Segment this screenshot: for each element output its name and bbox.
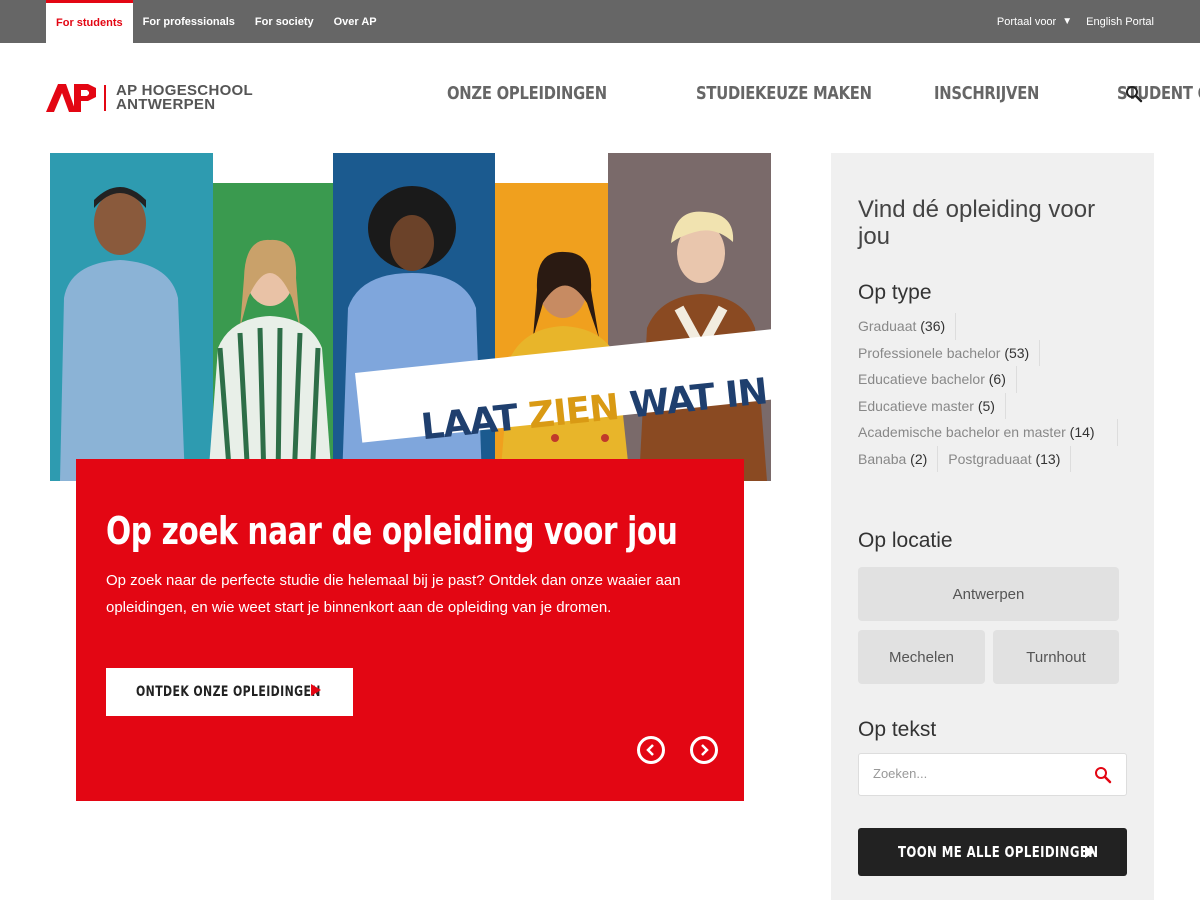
portal-dropdown[interactable]: Portaal voor ▼ xyxy=(997,16,1072,28)
type-graduaat[interactable]: Graduaat (36) xyxy=(858,313,957,340)
tab-for-society[interactable]: For society xyxy=(245,0,324,43)
carousel-next-button[interactable] xyxy=(690,736,718,764)
type-label: Academische bachelor en master xyxy=(858,424,1066,440)
top-bar: For students For professionals For socie… xyxy=(0,0,1200,43)
type-label: Educatieve master xyxy=(858,397,974,414)
type-professionele-bachelor[interactable]: Professionele bachelor (53) xyxy=(858,339,1041,366)
portal-label: Portaal voor xyxy=(996,15,1057,28)
search-icon[interactable] xyxy=(1094,766,1112,784)
nav-inschrijven[interactable]: INSCHRIJVEN xyxy=(934,83,1039,104)
logo-line2: ANTWERPEN xyxy=(116,96,216,113)
type-count: (36) xyxy=(920,318,946,334)
show-all-programs-button[interactable]: TOON ME ALLE OPLEIDINGEN xyxy=(858,828,1127,876)
type-banaba[interactable]: Banaba (2) xyxy=(858,445,939,472)
type-label: Professionele bachelor xyxy=(858,344,1001,361)
type-count: (14) xyxy=(1069,424,1095,440)
type-heading: Op type xyxy=(858,281,932,304)
caret-down-icon: ▼ xyxy=(1062,16,1073,27)
tab-for-students[interactable]: For students xyxy=(46,0,133,43)
nav-onze-opleidingen[interactable]: ONZE OPLEIDINGEN xyxy=(447,83,607,104)
discover-programs-button[interactable]: ONTDEK ONZE OPLEIDINGEN xyxy=(106,668,353,716)
type-count: (53) xyxy=(1004,344,1030,361)
tab-for-professionals[interactable]: For professionals xyxy=(133,0,245,43)
type-educatieve-bachelor[interactable]: Educatieve bachelor (6) xyxy=(858,366,1017,393)
ap-logo[interactable]: AP HOGESCHOOL ANTWERPEN xyxy=(46,83,253,113)
header: AP HOGESCHOOL ANTWERPEN ONZE OPLEIDINGEN… xyxy=(0,43,1200,153)
type-educatieve-master[interactable]: Educatieve master (5) xyxy=(858,392,1006,419)
program-finder: Vind dé opleiding voor jou Op type Gradu… xyxy=(831,153,1154,900)
search-icon[interactable] xyxy=(1125,85,1143,103)
audience-tabs: For students For professionals For socie… xyxy=(46,0,387,43)
person-2-photo xyxy=(208,239,332,481)
type-label: Educatieve bachelor xyxy=(858,371,985,387)
nav-studiekeuze-maken[interactable]: STUDIEKEUZE MAKEN xyxy=(696,83,872,104)
type-label: Banaba xyxy=(858,450,907,467)
text-heading: Op tekst xyxy=(858,718,937,741)
hero-card-description: Op zoek naar de perfecte studie die hele… xyxy=(106,572,681,616)
logo-text: AP HOGESCHOOL ANTWERPEN xyxy=(116,83,253,113)
type-filter-list: Graduaat (36) Professionele bachelor (53… xyxy=(858,313,1123,472)
carousel-prev-button[interactable] xyxy=(637,736,665,764)
type-label: Graduaat xyxy=(858,318,917,334)
chevron-right-icon xyxy=(701,744,709,756)
tab-over-ap[interactable]: Over AP xyxy=(324,0,387,43)
play-arrow-icon xyxy=(1085,846,1095,858)
type-label: Postgraduaat xyxy=(948,450,1032,467)
hero-image: LAAT ZIEN WAT IN JE ZIT xyxy=(50,153,771,481)
finder-title: Vind dé opleiding voor jou xyxy=(858,196,1096,250)
type-postgraduaat[interactable]: Postgraduaat (13) xyxy=(948,445,1072,472)
play-arrow-icon xyxy=(311,684,321,696)
chevron-left-icon xyxy=(646,744,654,756)
type-count: (2) xyxy=(910,450,928,467)
ap-logo-mark xyxy=(46,84,96,112)
topbar-right: Portaal voor ▼ English Portal xyxy=(997,0,1154,43)
person-1-photo xyxy=(60,187,185,481)
location-turnhout-button[interactable]: Turnhout xyxy=(993,630,1119,684)
type-count: (5) xyxy=(977,397,995,414)
english-portal-link[interactable]: English Portal xyxy=(1086,16,1154,28)
location-heading: Op locatie xyxy=(858,529,953,552)
hero-card: Op zoek naar de opleiding voor jou Op zo… xyxy=(76,459,744,801)
logo-divider xyxy=(104,85,106,111)
discover-programs-label: ONTDEK ONZE OPLEIDINGEN xyxy=(136,684,321,700)
program-search-input[interactable] xyxy=(873,766,1073,781)
location-antwerpen-button[interactable]: Antwerpen xyxy=(858,567,1119,621)
program-search-box xyxy=(858,753,1127,796)
hero-card-title: Op zoek naar de opleiding voor jou xyxy=(106,509,678,553)
type-count: (13) xyxy=(1035,450,1061,467)
location-mechelen-button[interactable]: Mechelen xyxy=(858,630,985,684)
type-count: (6) xyxy=(988,371,1006,387)
show-all-programs-label: TOON ME ALLE OPLEIDINGEN xyxy=(898,843,1099,861)
type-academische-bachelor-master[interactable]: Academische bachelor en master (14) xyxy=(858,419,1118,446)
main-nav: ONZE OPLEIDINGEN STUDIEKEUZE MAKEN INSCH… xyxy=(447,83,1200,104)
